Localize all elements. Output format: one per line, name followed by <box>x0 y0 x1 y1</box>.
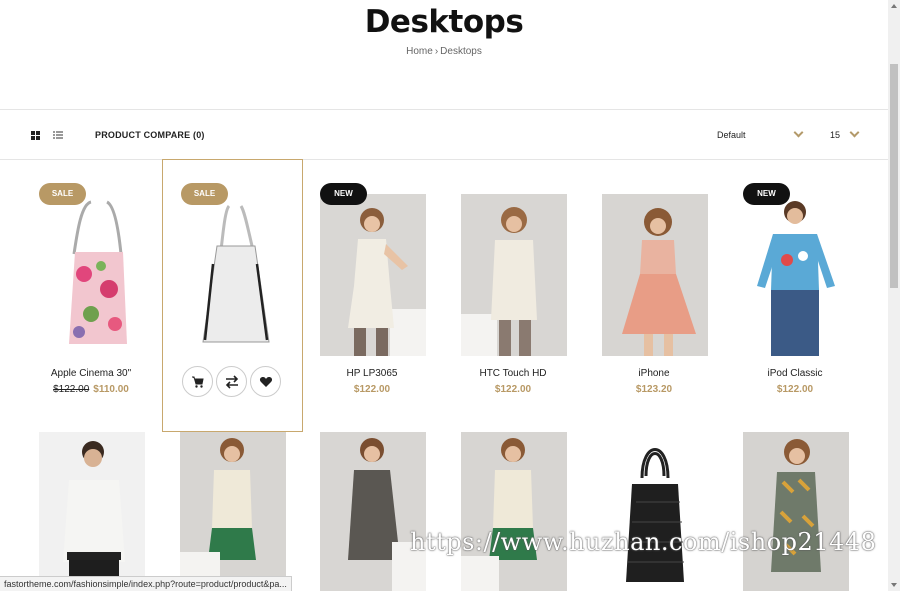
product-image[interactable] <box>180 432 286 591</box>
product-image[interactable] <box>602 194 708 356</box>
product-image[interactable] <box>743 194 849 356</box>
product-card[interactable]: HTC Touch HD $122.00 <box>443 160 583 432</box>
grid-view-icon[interactable] <box>31 131 40 140</box>
breadcrumb: Home › Desktops <box>0 46 888 57</box>
product-price: $122.00 <box>353 384 391 395</box>
breadcrumb-home[interactable]: Home <box>406 46 433 57</box>
new-badge: NEW <box>320 183 367 205</box>
product-image[interactable] <box>461 194 567 356</box>
product-card[interactable]: NEW iPod Classic $122.00 <box>725 160 865 432</box>
product-image[interactable] <box>181 194 287 356</box>
scroll-up-icon[interactable] <box>891 4 897 8</box>
product-price: $122.00 <box>494 384 532 395</box>
breadcrumb-separator: › <box>434 46 439 57</box>
chevron-down-icon <box>849 127 860 138</box>
product-image[interactable] <box>320 194 426 356</box>
heart-icon <box>259 377 273 387</box>
product-price: $123.20 <box>635 384 673 395</box>
product-card[interactable] <box>584 398 724 591</box>
compare-button[interactable] <box>216 366 247 397</box>
product-price: $122.00 <box>776 384 814 395</box>
product-card-hovered[interactable]: SALE <box>162 159 303 432</box>
status-bar-url: fastortheme.com/fashionsimple/index.php?… <box>0 576 292 591</box>
product-actions <box>182 366 284 398</box>
product-card[interactable] <box>162 398 302 591</box>
add-to-cart-button[interactable] <box>182 366 213 397</box>
product-name[interactable]: iPod Classic <box>725 368 865 379</box>
sort-select[interactable]: Default <box>717 127 804 140</box>
product-card[interactable]: NEW HP LP3065 $122.00 <box>302 160 442 432</box>
product-name[interactable]: iPhone <box>584 368 724 379</box>
list-view-icon[interactable] <box>53 131 63 140</box>
old-price: $122.00 <box>53 384 90 395</box>
page: Desktops Home › Desktops PRODUCT COMPARE (… <box>0 0 888 591</box>
vertical-scrollbar[interactable] <box>888 0 900 591</box>
product-card[interactable]: iPhone $123.20 <box>584 160 724 432</box>
product-image[interactable] <box>39 432 145 591</box>
product-image[interactable] <box>602 432 708 591</box>
product-image[interactable] <box>461 432 567 591</box>
sale-price: $110.00 <box>93 384 129 395</box>
scroll-thumb[interactable] <box>890 64 898 288</box>
limit-select[interactable]: 15 <box>830 127 860 140</box>
page-title: Desktops <box>364 4 524 40</box>
cart-icon <box>192 376 204 388</box>
product-card[interactable] <box>725 398 865 591</box>
product-toolbar: PRODUCT COMPARE (0) Default 15 <box>0 109 888 160</box>
breadcrumb-current[interactable]: Desktops <box>440 46 482 57</box>
product-name[interactable]: HTC Touch HD <box>443 368 583 379</box>
product-card[interactable] <box>302 398 442 591</box>
product-card[interactable]: SALE Apple Cinema 30" $122.00 $110.00 <box>21 160 161 432</box>
product-name[interactable]: Apple Cinema 30" <box>21 368 161 379</box>
sale-badge: SALE <box>181 183 228 205</box>
wishlist-button[interactable] <box>250 366 281 397</box>
product-card[interactable] <box>21 398 161 591</box>
sale-badge: SALE <box>39 183 86 205</box>
sort-select-value: Default <box>717 130 746 140</box>
chevron-down-icon <box>793 127 804 138</box>
product-image[interactable] <box>320 432 426 591</box>
limit-select-value: 15 <box>830 130 841 140</box>
compare-icon <box>225 375 239 389</box>
scroll-down-icon[interactable] <box>891 583 897 587</box>
product-image[interactable] <box>39 194 145 356</box>
product-image[interactable] <box>743 432 849 591</box>
product-name[interactable]: HP LP3065 <box>302 368 442 379</box>
product-price: $122.00 $110.00 <box>21 384 161 395</box>
product-card[interactable] <box>443 398 583 591</box>
new-badge: NEW <box>743 183 790 205</box>
watermark-text: https://www.huzhan.com/ishop21448 <box>410 528 877 556</box>
product-compare-link[interactable]: PRODUCT COMPARE (0) <box>95 130 205 140</box>
